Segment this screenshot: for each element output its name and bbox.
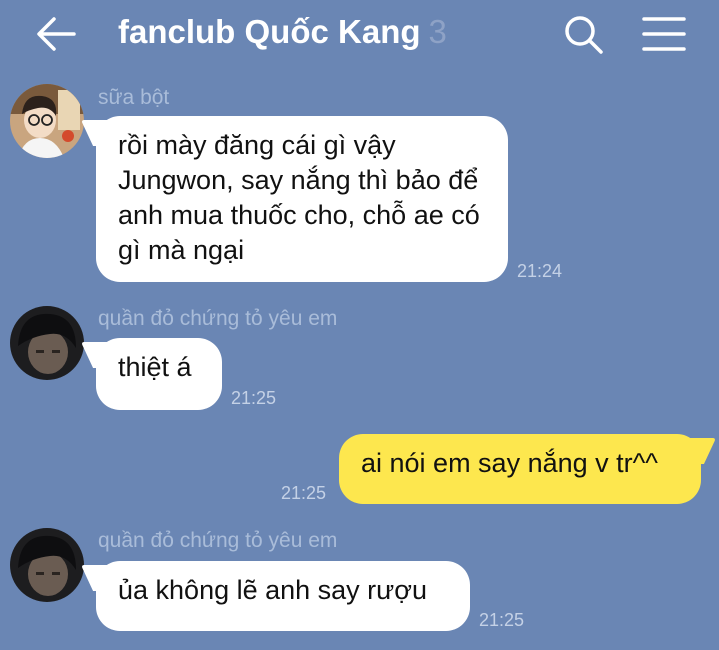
message-time: 21:25 (281, 483, 327, 503)
message-text: thiệt á (118, 352, 192, 382)
avatar-photo (10, 306, 84, 380)
sender-name: quần đỏ chứng tỏ yêu em (98, 529, 338, 552)
avatar[interactable] (10, 84, 84, 158)
chat-title: fanclub Quốc Kang 3 (118, 13, 447, 51)
message-time: 21:25 (231, 388, 277, 408)
avatar-photo (10, 84, 84, 158)
member-count: 3 (428, 13, 447, 50)
message-bubble-outgoing[interactable]: ai nói em say nắng v tr^^ (339, 434, 701, 504)
chat-name: fanclub Quốc Kang (118, 13, 421, 50)
search-icon (565, 16, 603, 54)
sender-name: quần đỏ chứng tỏ yêu em (98, 307, 338, 330)
back-button[interactable] (34, 14, 78, 54)
search-button[interactable] (561, 12, 607, 58)
sender-name: sữa bột (98, 86, 170, 109)
avatar[interactable] (10, 528, 84, 602)
message-text: ai nói em say nắng v tr^^ (361, 448, 658, 478)
avatar-photo (10, 528, 84, 602)
message-time: 21:24 (517, 261, 563, 281)
chat-header: fanclub Quốc Kang 3 (0, 0, 719, 70)
message-bubble[interactable]: rồi mày đăng cái gì vậy Jungwon, say nắn… (96, 116, 508, 282)
message-time: 21:25 (479, 610, 525, 630)
message-bubble[interactable]: ủa không lẽ anh say rượu (96, 561, 470, 631)
hamburger-menu-icon (642, 17, 686, 51)
arrow-left-icon (37, 17, 76, 51)
menu-button[interactable] (640, 14, 688, 54)
message-text: rồi mày đăng cái gì vậy Jungwon, say nắn… (118, 130, 480, 265)
message-bubble[interactable]: thiệt á (96, 338, 222, 410)
message-text: ủa không lẽ anh say rượu (118, 575, 427, 605)
avatar[interactable] (10, 306, 84, 380)
